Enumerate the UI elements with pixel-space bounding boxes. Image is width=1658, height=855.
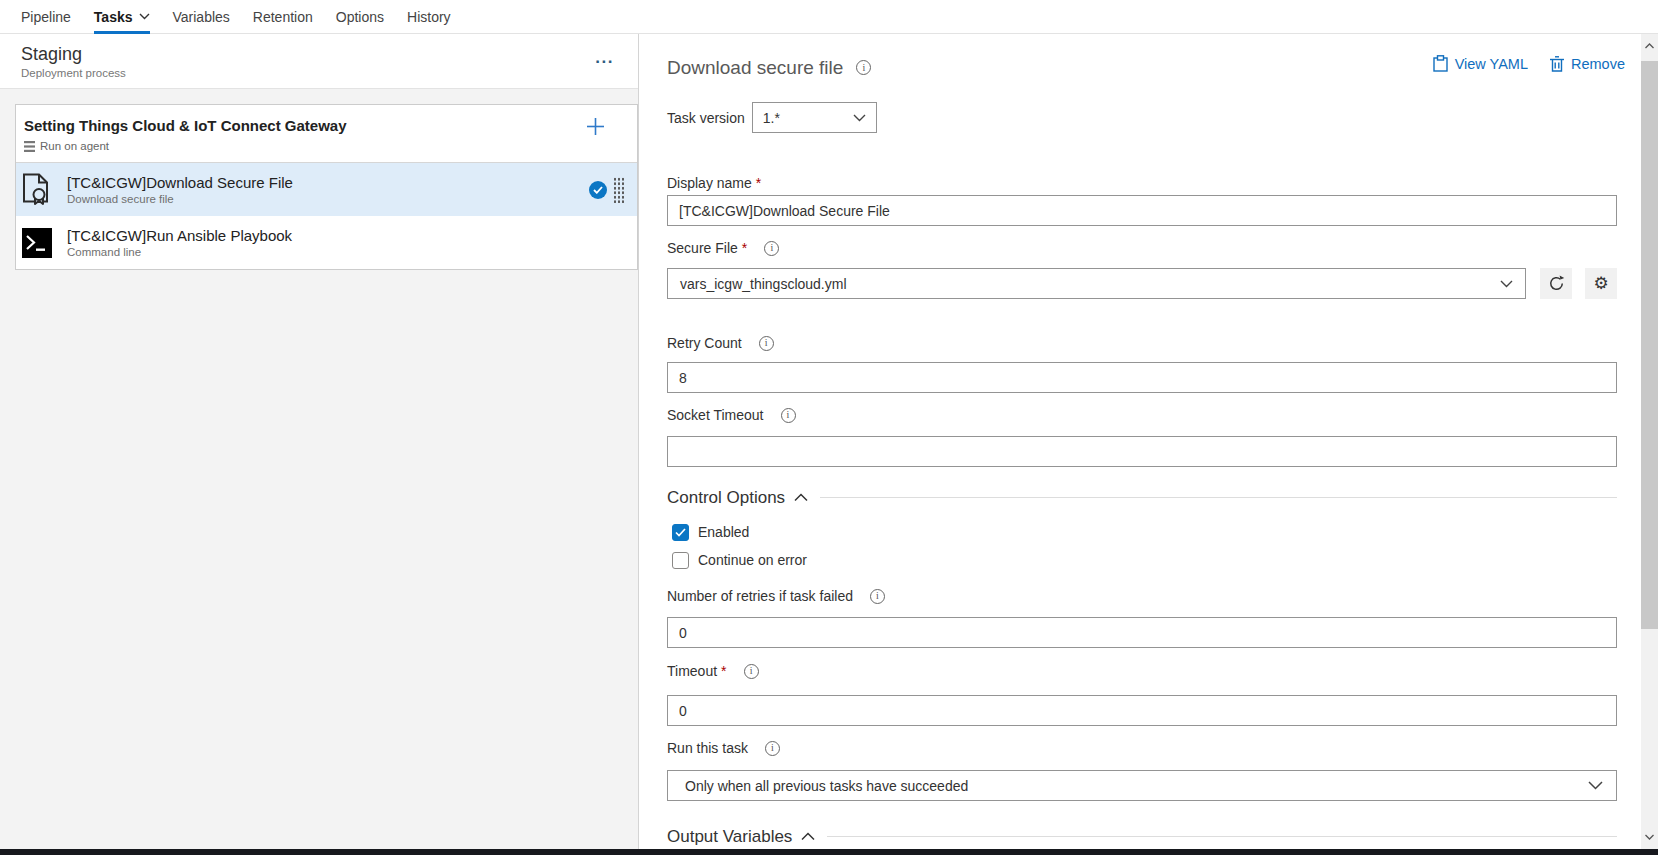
nav-tab-pipeline[interactable]: Pipeline	[21, 0, 71, 34]
nav-tab-variables[interactable]: Variables	[173, 0, 230, 34]
nav-tab-options[interactable]: Options	[336, 0, 384, 34]
chevron-down-icon	[1500, 280, 1513, 288]
continue-on-error-checkbox-row: Continue on error	[672, 551, 1617, 569]
selected-check-icon	[589, 181, 607, 199]
retry-count-input[interactable]	[667, 362, 1617, 393]
nav-tab-tasks[interactable]: Tasks	[94, 0, 150, 34]
continue-on-error-checkbox[interactable]	[672, 552, 689, 569]
trash-icon	[1550, 56, 1564, 72]
info-icon[interactable]: i	[870, 589, 885, 604]
task-group-header[interactable]: Setting Things Cloud & IoT Connect Gatew…	[16, 105, 637, 163]
vertical-scrollbar[interactable]	[1641, 34, 1658, 849]
info-icon[interactable]: i	[781, 408, 796, 423]
chevron-down-icon	[853, 114, 866, 122]
chevron-down-icon	[139, 13, 150, 20]
gear-icon: ⚙	[1593, 275, 1608, 292]
timeout-input[interactable]	[667, 695, 1617, 726]
stage-subtitle: Deployment process	[21, 67, 618, 79]
secure-file-label: Secure File* i	[667, 240, 1617, 256]
drag-handle[interactable]	[613, 177, 624, 203]
run-this-task-select[interactable]: Only when all previous tasks have succee…	[667, 770, 1617, 801]
retries-if-failed-input[interactable]	[667, 617, 1617, 648]
info-icon[interactable]: i	[744, 664, 759, 679]
scrollbar-thumb[interactable]	[1641, 61, 1658, 629]
stage-title: Staging	[21, 42, 618, 66]
task-version-select[interactable]: 1.*	[752, 102, 877, 133]
task-group-subtitle: Run on agent	[40, 140, 109, 152]
enabled-label: Enabled	[698, 524, 749, 540]
task-row-run-ansible-playbook[interactable]: [TC&ICGW]Run Ansible Playbook Command li…	[16, 216, 637, 269]
check-icon	[675, 528, 686, 537]
task-row-download-secure-file[interactable]: [TC&ICGW]Download Secure File Download s…	[16, 163, 637, 216]
nav-tab-retention[interactable]: Retention	[253, 0, 313, 34]
command-line-icon	[22, 225, 56, 261]
timeout-label: Timeout* i	[667, 663, 1617, 679]
socket-timeout-input[interactable]	[667, 436, 1617, 467]
view-yaml-icon	[1433, 55, 1448, 72]
task-title: [TC&ICGW]Run Ansible Playbook	[67, 227, 292, 244]
enabled-checkbox-row: Enabled	[672, 523, 1617, 541]
task-group-card: Setting Things Cloud & IoT Connect Gatew…	[15, 104, 638, 270]
agent-icon	[24, 141, 35, 152]
display-name-input[interactable]	[667, 195, 1617, 226]
info-icon[interactable]: i	[764, 241, 779, 256]
stage-header: Staging Deployment process ...	[0, 34, 638, 89]
top-nav: Pipeline Tasks Variables Retention Optio…	[0, 0, 1658, 34]
task-subtitle: Command line	[67, 246, 292, 258]
output-variables-header[interactable]: Output Variables	[667, 827, 815, 847]
info-icon[interactable]: i	[856, 60, 871, 75]
task-detail-panel: View YAML Remove Download secure file i …	[639, 34, 1658, 849]
refresh-button[interactable]	[1540, 268, 1572, 299]
stages-panel: Staging Deployment process ... Setting T…	[0, 34, 639, 849]
info-icon[interactable]: i	[759, 336, 774, 351]
bottom-border-strip	[0, 849, 1658, 855]
enabled-checkbox[interactable]	[672, 524, 689, 541]
task-version-label: Task version	[667, 110, 745, 126]
refresh-icon	[1548, 275, 1565, 292]
remove-button[interactable]: Remove	[1550, 56, 1625, 72]
secure-file-combobox[interactable]: vars_icgw_thingscloud.yml	[667, 268, 1526, 299]
retries-if-failed-label: Number of retries if task failed i	[667, 588, 1617, 604]
chevron-up-icon	[794, 493, 808, 502]
output-variables-section: Output Variables	[667, 827, 1617, 846]
task-title: [TC&ICGW]Download Secure File	[67, 174, 293, 191]
info-icon[interactable]: i	[765, 741, 780, 756]
plus-icon	[586, 117, 605, 136]
task-subtitle: Download secure file	[67, 193, 293, 205]
retry-count-label: Retry Count i	[667, 335, 1617, 351]
task-group-title: Setting Things Cloud & IoT Connect Gatew…	[24, 116, 637, 136]
continue-on-error-label: Continue on error	[698, 552, 807, 568]
add-task-button[interactable]	[586, 117, 605, 140]
display-name-label: Display name*	[667, 175, 1617, 191]
more-options-button[interactable]: ...	[595, 48, 614, 68]
run-this-task-label: Run this task i	[667, 740, 1617, 756]
socket-timeout-label: Socket Timeout i	[667, 407, 1617, 423]
control-options-header[interactable]: Control Options	[667, 488, 808, 508]
chevron-up-icon	[801, 832, 815, 841]
task-detail-title: Download secure file	[667, 57, 843, 79]
scroll-up-arrow-icon[interactable]	[1641, 38, 1658, 54]
scroll-down-arrow-icon[interactable]	[1641, 829, 1658, 845]
release-pipeline-tasks-page: Pipeline Tasks Variables Retention Optio…	[0, 0, 1658, 855]
settings-button[interactable]: ⚙	[1585, 268, 1617, 299]
control-options-section: Control Options	[667, 488, 1617, 507]
chevron-down-icon	[1588, 781, 1603, 790]
nav-tab-history[interactable]: History	[407, 0, 451, 34]
view-yaml-button[interactable]: View YAML	[1433, 55, 1528, 72]
secure-file-icon	[22, 172, 56, 208]
